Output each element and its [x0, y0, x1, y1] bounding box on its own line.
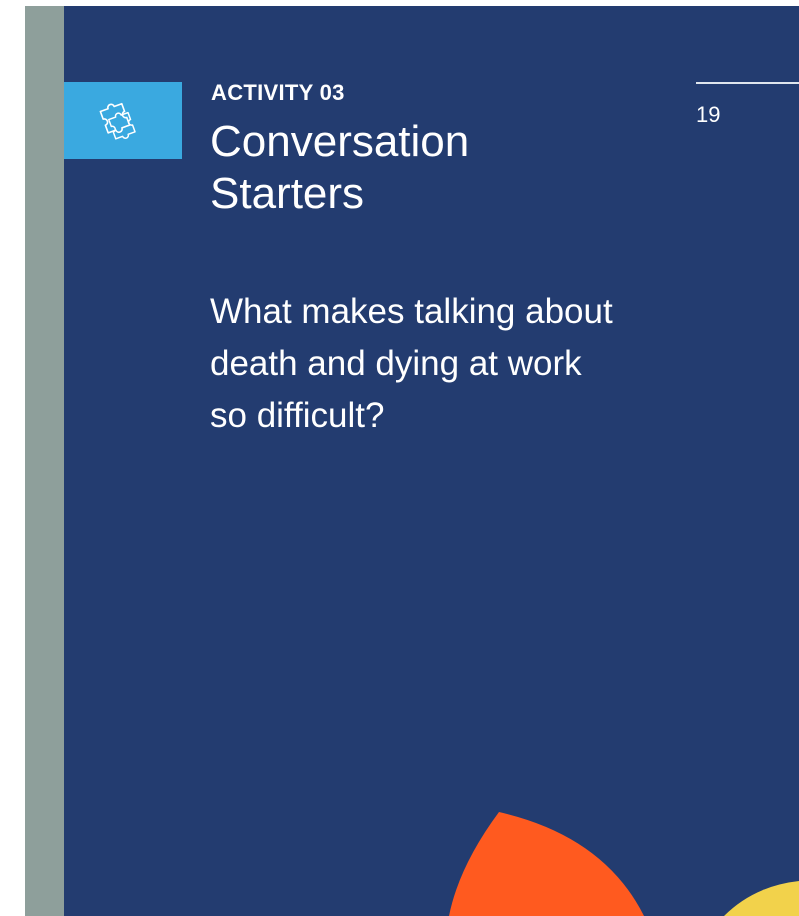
- cover-panel: ACTIVITY 03 Conversation Starters What m…: [64, 6, 799, 916]
- page-title: Conversation Starters: [210, 116, 630, 220]
- header-rule: [696, 82, 799, 84]
- side-strip: [25, 6, 64, 916]
- title-line-1: Conversation: [210, 117, 470, 166]
- document-page: ACTIVITY 03 Conversation Starters What m…: [0, 0, 799, 916]
- activity-icon-box: [64, 82, 182, 159]
- title-line-2: Starters: [210, 169, 365, 218]
- activity-label: ACTIVITY 03: [211, 80, 345, 105]
- yellow-circle-shape: [724, 881, 799, 916]
- orange-petal-shape: [449, 812, 644, 916]
- question-line-3: so difficult?: [210, 396, 385, 435]
- puzzle-pieces-icon: [99, 102, 136, 140]
- page-number: 19: [696, 102, 721, 127]
- question-line-1: What makes talking about: [210, 292, 613, 331]
- question-text: What makes talking about death and dying…: [210, 286, 730, 442]
- question-line-2: death and dying at work: [210, 344, 582, 383]
